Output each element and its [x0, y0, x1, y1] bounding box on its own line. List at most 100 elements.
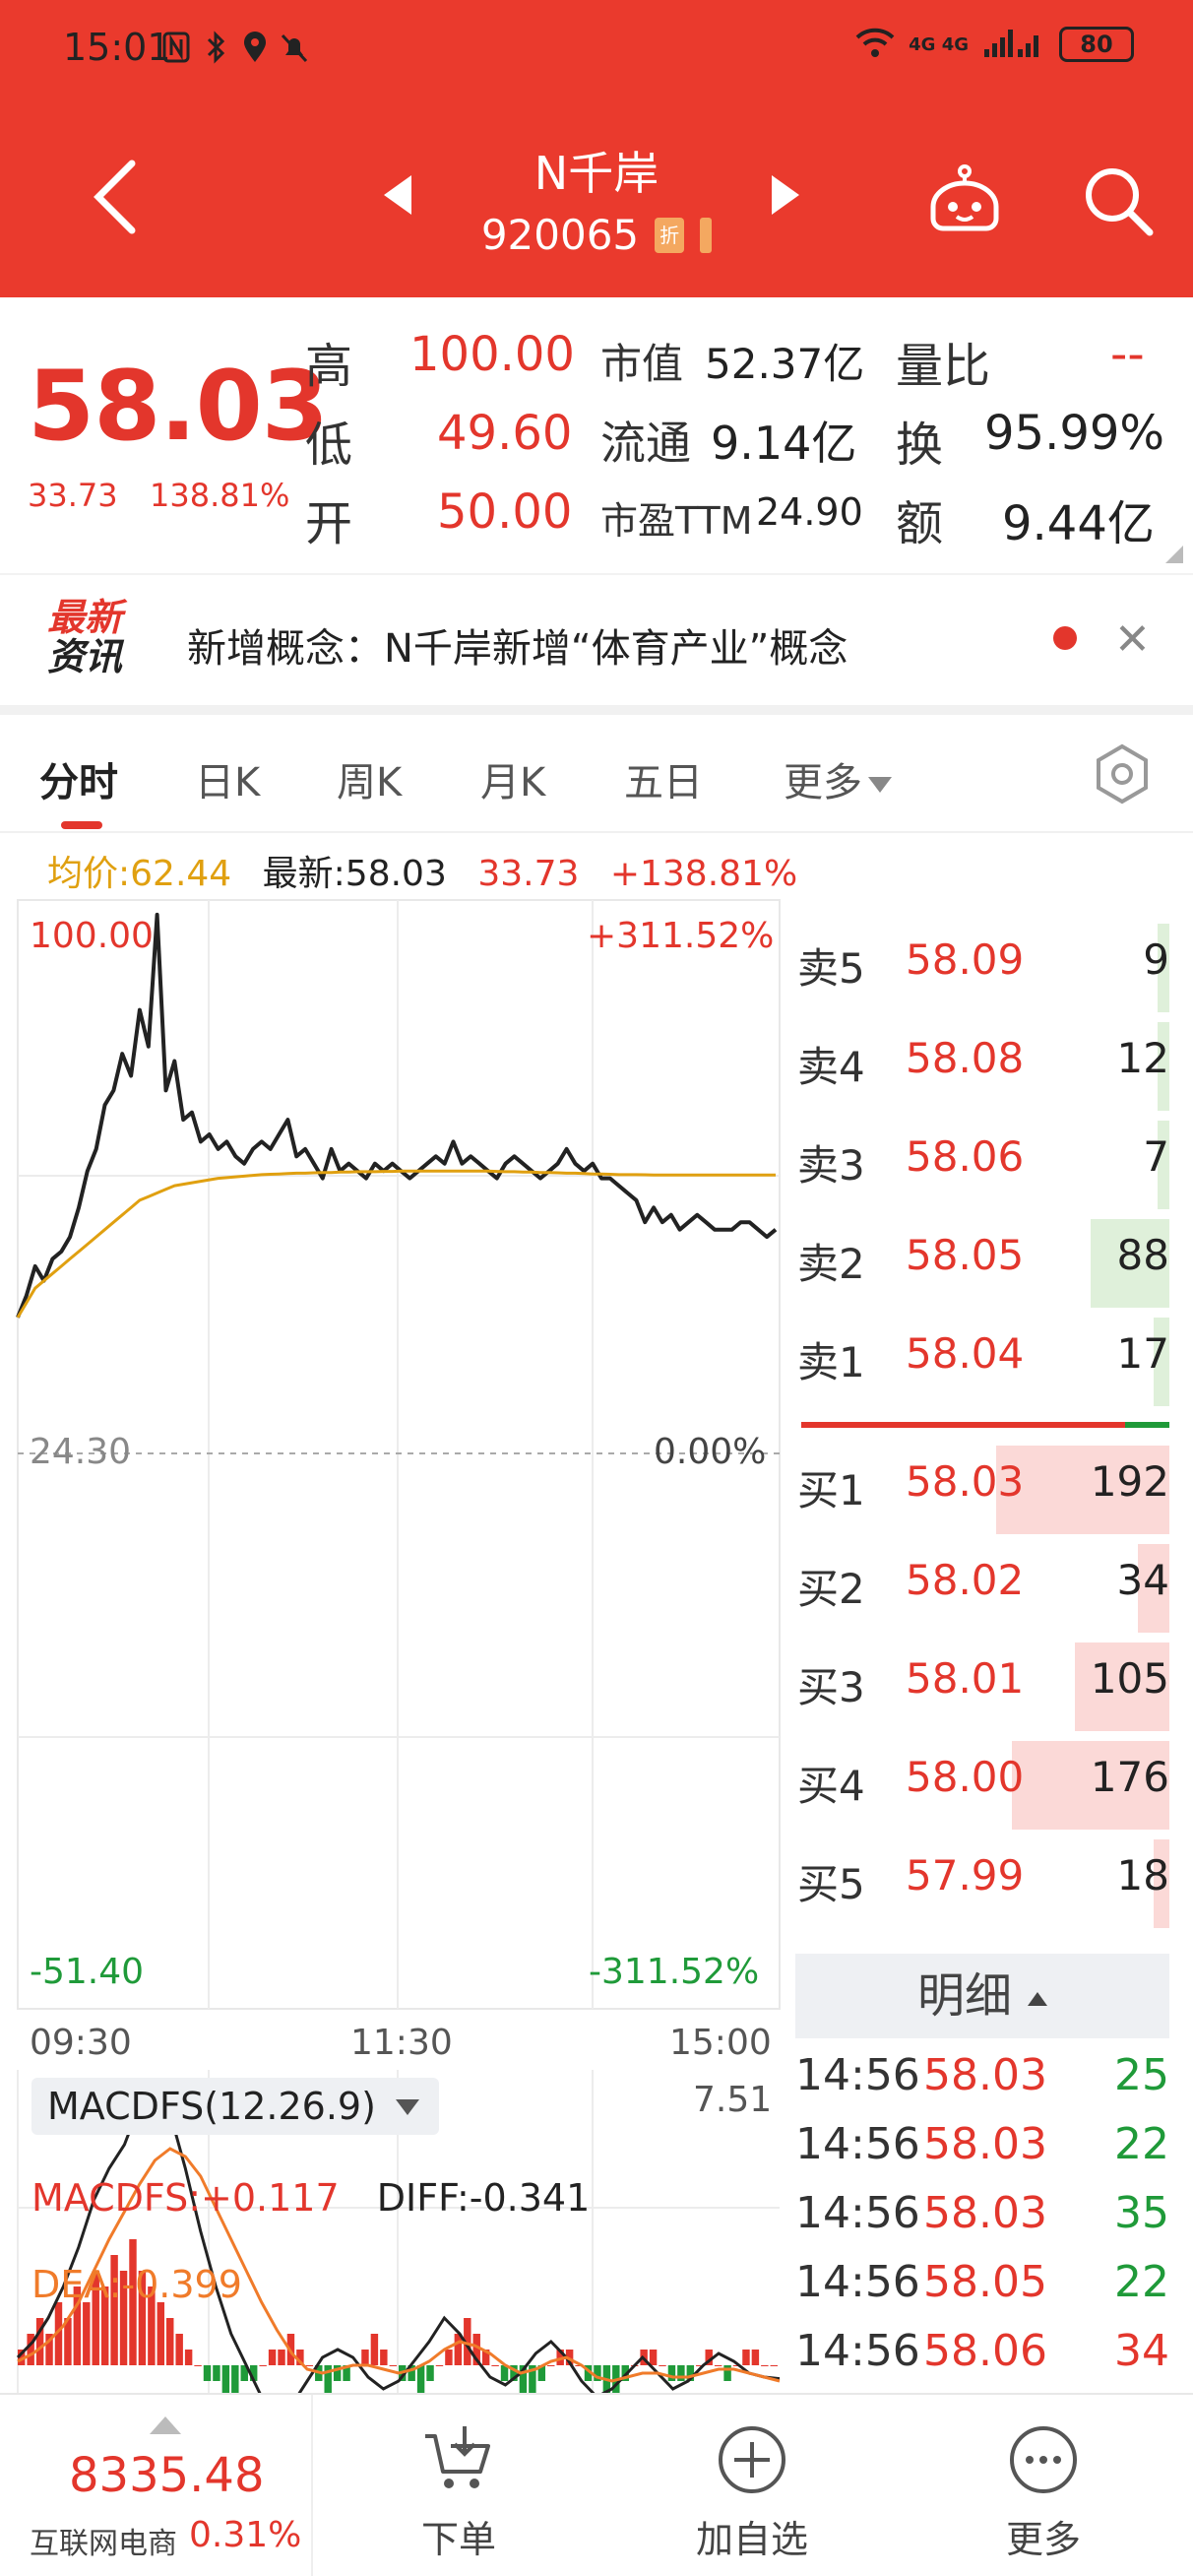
more-dots-icon [1010, 2426, 1077, 2493]
trade-volume: 22 [1114, 2257, 1169, 2307]
mcap-label: 市值 [600, 340, 684, 388]
amount-value: 9.44亿 [1002, 496, 1155, 551]
ask-label: 卖5 [797, 944, 865, 993]
macd-bar [175, 2334, 183, 2365]
intraday-info-line: 均价:62.44 最新:58.03 33.73 +138.81% [47, 845, 797, 896]
ask-label: 卖1 [797, 1338, 865, 1386]
macd-bar [268, 2350, 277, 2365]
bid-label: 买2 [797, 1565, 865, 1613]
tab-daily-k[interactable]: 日K [195, 750, 260, 807]
trade-price: 58.03 [923, 2050, 1047, 2100]
tab-five-day[interactable]: 五日 [624, 750, 703, 807]
ask-row[interactable]: 卖2 58.05 88 [787, 1209, 1193, 1308]
axis-top-left: 100.00 [30, 916, 154, 956]
tab-weekly-k[interactable]: 周K [337, 750, 402, 807]
diff-value: DIFF:-0.341 [376, 2176, 591, 2220]
tab-more[interactable]: 更多 [784, 750, 892, 807]
bid-row[interactable]: 买2 58.02 34 [787, 1534, 1193, 1633]
bottom-toolbar: 8335.48 互联网电商 0.31% 下单 加自选 更多 [0, 2393, 1193, 2576]
macd-bar [742, 2350, 750, 2365]
macd-bar [761, 2365, 769, 2366]
trade-time: 14:56 [795, 2050, 920, 2100]
macd-bar [305, 2365, 314, 2366]
trade-time: 14:56 [795, 2188, 920, 2238]
bid-row[interactable]: 买5 57.99 18 [787, 1830, 1193, 1928]
macdfs-value: MACDFS:+0.117 [31, 2176, 340, 2220]
axis-bottom-right: -311.52% [589, 1952, 760, 1992]
macd-bar [416, 2365, 425, 2393]
sector-index[interactable]: 8335.48 互联网电商 0.31% [0, 2395, 313, 2576]
volume-ratio-value: -- [1110, 327, 1145, 382]
bid-qty: 18 [1116, 1851, 1169, 1900]
status-icons [161, 30, 309, 65]
macd-bar [278, 2350, 285, 2365]
sector-index-name: 互联网电商 [30, 2527, 177, 2561]
place-order-button[interactable]: 下单 [360, 2395, 557, 2576]
turnover-value: 95.99% [984, 406, 1165, 461]
tab-monthly-k[interactable]: 月K [480, 750, 545, 807]
ask-row[interactable]: 卖5 58.09 9 [787, 914, 1193, 1012]
float-value: 9.14亿 [711, 417, 857, 470]
bid-row[interactable]: 买1 58.03 192 [787, 1436, 1193, 1534]
bid-price: 58.01 [906, 1654, 1025, 1703]
macd-bar [426, 2365, 434, 2381]
volume-ratio-label: 量比 [896, 339, 991, 394]
bid-price: 58.02 [906, 1556, 1025, 1604]
news-text[interactable]: 新增概念：N千岸新增“体育产业”概念 [187, 616, 848, 674]
next-stock-button[interactable] [772, 175, 799, 215]
header-bar: 15:01 4G 4G 80 N千岸 920065 折 [0, 0, 1193, 297]
bid-row[interactable]: 买4 58.00 176 [787, 1731, 1193, 1830]
macd-bar [389, 2365, 397, 2366]
section-divider [0, 705, 1193, 715]
buy-sell-ratio-bar [801, 1422, 1169, 1428]
latest-price: 最新:58.03 [262, 854, 447, 894]
macd-bar [231, 2365, 239, 2393]
macd-max-value: 7.51 [693, 2080, 773, 2120]
location-icon [240, 30, 270, 65]
macd-bar [184, 2350, 193, 2365]
trade-time: 14:56 [795, 2326, 920, 2376]
ask-label: 卖2 [797, 1240, 865, 1288]
ask-row[interactable]: 卖4 58.08 12 [787, 1012, 1193, 1111]
add-watchlist-button[interactable]: 加自选 [654, 2395, 850, 2576]
macd-bar [221, 2365, 230, 2393]
ask-qty: 9 [1143, 935, 1169, 984]
back-button[interactable] [89, 158, 140, 236]
tab-intraday[interactable]: 分时 [39, 750, 118, 807]
settings-hexagon-icon[interactable] [1091, 742, 1154, 805]
price-change-pct: 138.81% [150, 477, 290, 514]
robot-assistant-icon[interactable] [925, 161, 1004, 240]
macd-bar [213, 2365, 220, 2381]
detail-tab[interactable]: 明细 [795, 1954, 1169, 2038]
expand-corner-icon[interactable] [1165, 546, 1183, 563]
trade-price: 58.03 [923, 2119, 1047, 2169]
macd-bar [27, 2334, 34, 2365]
axis-mid-right: 0.00% [654, 1432, 767, 1472]
network-label: 4G 4G [909, 33, 969, 55]
ask-row[interactable]: 卖3 58.06 7 [787, 1111, 1193, 1209]
ask-label: 卖3 [797, 1141, 865, 1190]
macd-bar [649, 2350, 658, 2365]
high-label: 高 [305, 339, 353, 394]
trade-volume: 35 [1114, 2188, 1169, 2238]
ask-row[interactable]: 卖1 58.04 17 [787, 1308, 1193, 1406]
trade-volume: 25 [1114, 2050, 1169, 2100]
tag-bar-icon [700, 217, 713, 253]
quote-panel[interactable]: 58.03 33.73 138.81% 高 100.00 低 49.60 开 5… [0, 297, 1193, 573]
pe-label: 市盈TTM [600, 499, 753, 543]
bid-label: 买1 [797, 1466, 865, 1514]
intraday-chart[interactable] [0, 896, 787, 2393]
close-news-button[interactable]: ✕ [1114, 614, 1151, 665]
macd-bar [259, 2365, 267, 2366]
indicator-select[interactable]: MACDFS(12.26.9) [31, 2078, 439, 2135]
bluetooth-icon [201, 30, 230, 65]
bid-row[interactable]: 买3 58.01 105 [787, 1633, 1193, 1731]
ask-price: 58.05 [906, 1231, 1025, 1279]
search-icon[interactable] [1081, 163, 1156, 238]
macd-bar [380, 2350, 388, 2365]
macd-bar [324, 2365, 332, 2393]
news-banner[interactable]: 最新 资讯 新增概念：N千岸新增“体育产业”概念 ✕ [0, 573, 1193, 705]
bid-qty: 105 [1090, 1654, 1169, 1703]
price-change: 33.73 [28, 477, 118, 514]
more-button[interactable]: 更多 [945, 2395, 1142, 2576]
